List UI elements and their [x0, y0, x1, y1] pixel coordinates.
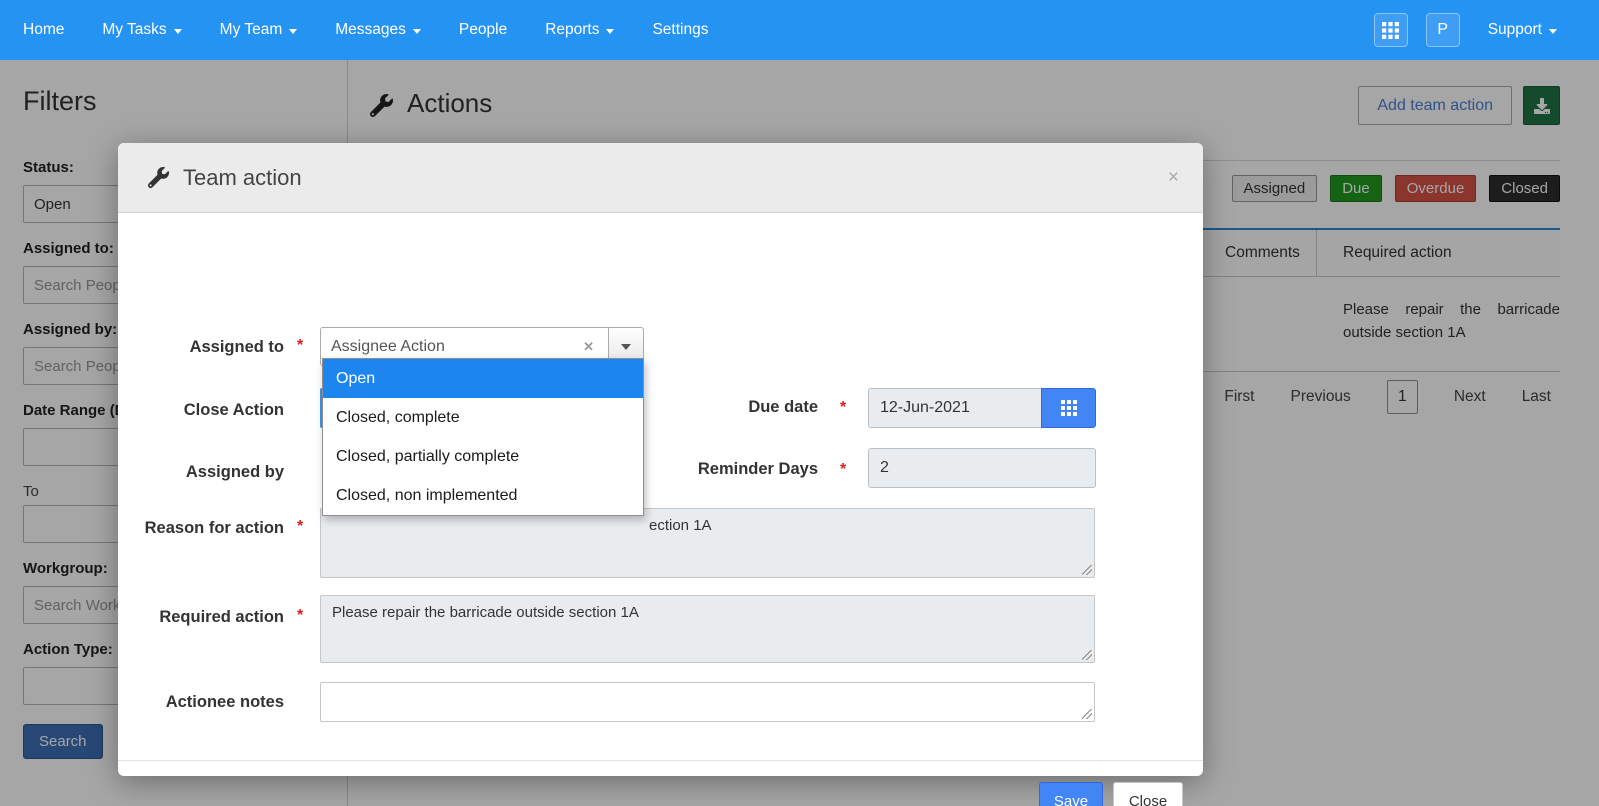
due-date-input[interactable]: 12-Jun-2021 [868, 388, 1041, 428]
modal-footer-divider [118, 760, 1203, 761]
reminder-days-field-label: Reminder Days [697, 460, 818, 478]
close-icon[interactable]: × [1168, 168, 1179, 187]
dropdown-option-closed-complete[interactable]: Closed, complete [323, 398, 643, 437]
dropdown-option-open[interactable]: Open [323, 359, 643, 398]
apps-grid-button[interactable] [1373, 13, 1408, 47]
nav-item-home[interactable]: Home [4, 0, 83, 60]
due-date-value: 12-Jun-2021 [880, 399, 970, 416]
modal-title: Team action [148, 165, 302, 191]
caret-down-icon [289, 28, 298, 34]
team-action-modal: Team action × Assigned to * Assignee Act… [118, 143, 1203, 806]
nav-label: Support [1487, 21, 1542, 38]
nav-item-support[interactable]: Support [1478, 21, 1567, 39]
grid-icon [1382, 21, 1400, 39]
actionee-notes-textarea[interactable] [320, 682, 1095, 722]
caret-down-icon [1549, 28, 1557, 34]
nav-label: Reports [545, 21, 600, 38]
caret-down-icon [412, 28, 421, 34]
caret-down-icon [621, 343, 631, 350]
due-date-field-label: Due date [748, 398, 818, 416]
nav-label: Messages [335, 21, 406, 38]
required-action-textarea[interactable]: Please repair the barricade outside sect… [320, 595, 1095, 663]
modal-body: Assigned to * Assignee Action ✕ Close Ac… [118, 213, 1203, 806]
calendar-grid-icon [1060, 400, 1077, 416]
required-asterisk: * [297, 518, 304, 535]
profile-initial: P [1437, 21, 1449, 38]
nav-item-messages[interactable]: Messages [316, 0, 440, 60]
clear-icon[interactable]: ✕ [579, 337, 598, 357]
nav-item-reports[interactable]: Reports [526, 0, 633, 60]
close-action-dropdown: Open Closed, complete Closed, partially … [322, 358, 644, 516]
top-navbar: Home My Tasks My Team Messages People Re… [0, 0, 1599, 60]
nav-label: My Team [219, 21, 283, 38]
wrench-icon [148, 167, 169, 188]
assigned-to-field-label: Assigned to [189, 338, 284, 356]
required-action-field-label: Required action [159, 608, 284, 626]
dropdown-option-closed-non-implemented[interactable]: Closed, non implemented [323, 476, 643, 515]
reason-for-action-textarea[interactable]: ection 1A [320, 508, 1095, 578]
required-asterisk: * [840, 461, 847, 478]
required-asterisk: * [297, 607, 304, 624]
close-action-field-label: Close Action [183, 401, 284, 419]
nav-item-my-tasks[interactable]: My Tasks [83, 0, 200, 60]
save-button[interactable]: Save [1039, 782, 1103, 806]
nav-label: People [458, 21, 508, 38]
app-screen: Home My Tasks My Team Messages People Re… [0, 0, 1599, 806]
caret-down-icon [606, 28, 615, 34]
close-button[interactable]: Close [1113, 782, 1183, 806]
dropdown-option-closed-partially-complete[interactable]: Closed, partially complete [323, 437, 643, 476]
actionee-notes-field-label: Actionee notes [165, 693, 284, 711]
assignee-name: Assignee Action [331, 337, 445, 355]
reminder-days-input[interactable]: 2 [868, 448, 1096, 488]
nav-menu: Home My Tasks My Team Messages People Re… [0, 0, 727, 60]
reason-for-action-field-label: Reason for action [144, 519, 284, 537]
modal-header: Team action × [118, 143, 1203, 213]
caret-down-icon [173, 28, 182, 34]
calendar-button[interactable] [1041, 388, 1096, 428]
reason-visible-text: ection 1A [649, 517, 712, 534]
assigned-by-field-label: Assigned by [185, 463, 284, 481]
nav-item-settings[interactable]: Settings [633, 0, 727, 60]
nav-label: Settings [652, 21, 709, 38]
profile-button[interactable]: P [1425, 13, 1460, 47]
nav-item-my-team[interactable]: My Team [201, 0, 317, 60]
modal-title-text: Team action [183, 164, 302, 190]
nav-label: Home [23, 21, 65, 38]
nav-item-people[interactable]: People [440, 0, 526, 60]
required-asterisk: * [840, 399, 847, 416]
nav-right-group: P Support [1373, 13, 1599, 47]
nav-label: My Tasks [102, 21, 167, 38]
required-asterisk: * [297, 337, 304, 354]
reminder-days-value: 2 [880, 459, 889, 476]
